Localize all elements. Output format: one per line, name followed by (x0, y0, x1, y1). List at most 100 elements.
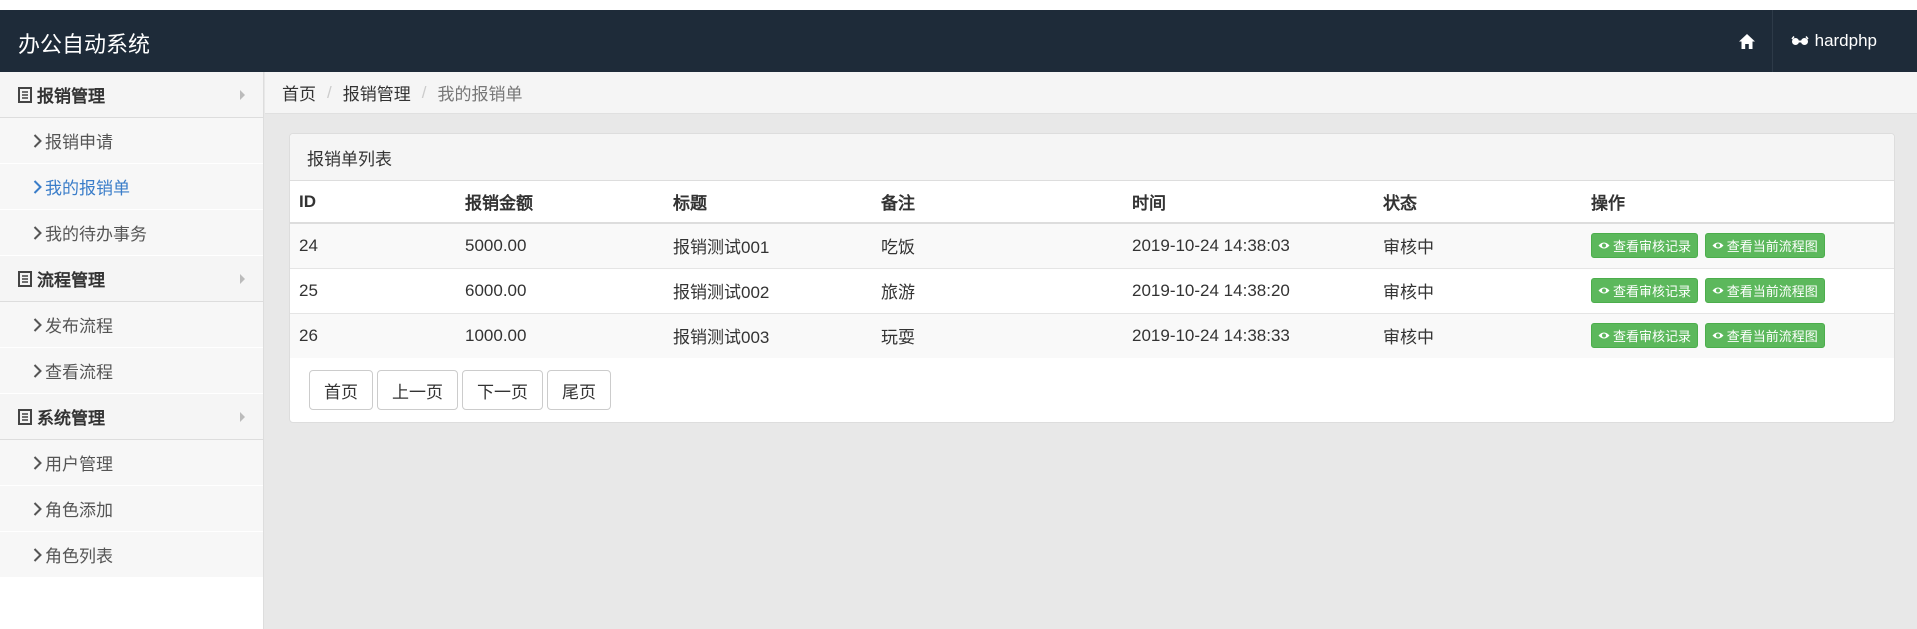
app-title[interactable]: 办公自动系统 (18, 27, 150, 59)
navbar-right: hardphp (1723, 10, 1895, 72)
chevron-right-icon (33, 547, 42, 562)
column-header-amount: 报销金额 (456, 181, 664, 224)
chevron-right-icon (33, 225, 42, 240)
eye-icon (1598, 332, 1610, 339)
sidebar-item-role-list[interactable]: 角色列表 (0, 532, 263, 578)
book-icon (18, 270, 32, 287)
cell-amount: 5000.00 (456, 223, 664, 269)
button-label: 查看当前流程图 (1726, 284, 1818, 299)
sidebar-item-expense-apply[interactable]: 报销申请 (0, 118, 263, 164)
chevron-right-icon (33, 317, 42, 332)
breadcrumb-home[interactable]: 首页 (282, 80, 316, 105)
sidebar-item-label: 发布流程 (45, 317, 113, 336)
breadcrumb-current: 我的报销单 (437, 85, 523, 104)
cell-amount: 1000.00 (465, 325, 527, 345)
cell-note: 玩耍 (881, 328, 915, 348)
username: hardphp (1814, 31, 1877, 50)
sidebar-item-view-process[interactable]: 查看流程 (0, 348, 263, 394)
cell-time: 2019-10-24 14:38:33 (1132, 325, 1290, 345)
sidebar-group-process[interactable]: 流程管理 (0, 256, 263, 302)
table-header-row: ID 报销金额 标题 备注 时间 状态 操作 (290, 181, 1894, 224)
cell-actions: 查看审核记录 查看当前流程图 (1582, 313, 1894, 358)
sidebar-item-user-management[interactable]: 用户管理 (0, 440, 263, 486)
chevron-right-icon (33, 133, 42, 148)
column-header-actions: 操作 (1582, 181, 1894, 224)
caret-right-icon (240, 274, 245, 284)
caret-right-icon (240, 412, 245, 422)
view-audit-record-button[interactable]: 查看审核记录 (1591, 278, 1699, 303)
cell-id: 25 (290, 268, 456, 314)
column-header-id: ID (290, 181, 456, 224)
cell-amount: 6000.00 (456, 268, 664, 314)
home-button[interactable] (1723, 10, 1773, 72)
button-label: 查看当前流程图 (1726, 329, 1818, 345)
button-label: 查看当前流程图 (1726, 239, 1818, 255)
view-current-flow-button[interactable]: 查看当前流程图 (1704, 233, 1825, 259)
home-icon (1739, 33, 1756, 49)
next-page-button[interactable]: 下一页 (462, 370, 543, 410)
cell-actions: 查看审核记录 查看当前流程图 (1582, 268, 1894, 314)
column-header-time: 时间 (1123, 181, 1374, 224)
cell-time: 2019-10-24 14:38:20 (1123, 268, 1374, 314)
pagination: 首页 上一页 下一页 尾页 (290, 358, 1894, 410)
breadcrumb-expense-management[interactable]: 报销管理 (343, 80, 411, 105)
view-audit-record-button[interactable]: 查看审核记录 (1591, 323, 1699, 349)
top-navbar: 办公自动系统 hardphp (0, 10, 1917, 72)
cell-status: 审核中 (1383, 328, 1434, 348)
button-label: 查看审核记录 (1613, 329, 1692, 345)
cell-title: 报销测试003 (673, 328, 770, 348)
panel-title: 报销单列表 (290, 134, 1894, 181)
eye-icon (1598, 287, 1610, 294)
cell-id: 24 (290, 223, 456, 269)
cell-title: 报销测试001 (664, 223, 872, 269)
sidebar-item-label: 我的待办事务 (45, 225, 147, 244)
column-header-title: 标题 (664, 181, 872, 224)
eye-icon (1712, 242, 1724, 249)
chevron-right-icon (33, 455, 42, 470)
first-page-button[interactable]: 首页 (309, 370, 373, 410)
view-current-flow-button[interactable]: 查看当前流程图 (1704, 323, 1825, 349)
button-label: 查看审核记录 (1613, 284, 1692, 299)
prev-page-button[interactable]: 上一页 (377, 370, 458, 410)
view-current-flow-button[interactable]: 查看当前流程图 (1704, 278, 1825, 303)
view-audit-record-button[interactable]: 查看审核记录 (1591, 233, 1699, 259)
chevron-right-icon (33, 501, 42, 516)
sidebar-group-expense[interactable]: 报销管理 (0, 72, 263, 118)
sidebar-group-label: 系统管理 (37, 409, 105, 428)
cell-id: 26 (299, 325, 318, 345)
last-page-button[interactable]: 尾页 (547, 370, 611, 410)
cell-actions: 查看审核记录 查看当前流程图 (1582, 223, 1894, 269)
chevron-right-icon (33, 363, 42, 378)
cell-time: 2019-10-24 14:38:03 (1123, 223, 1374, 269)
cell-status: 审核中 (1374, 223, 1582, 269)
sidebar-item-label: 用户管理 (45, 455, 113, 474)
column-header-status: 状态 (1374, 181, 1582, 224)
sidebar-item-my-expenses[interactable]: 我的报销单 (0, 164, 263, 210)
sidebar-item-publish-process[interactable]: 发布流程 (0, 302, 263, 348)
eye-icon (1598, 242, 1610, 249)
user-menu-button[interactable]: hardphp (1773, 10, 1895, 72)
breadcrumb: 首页 / 报销管理 / 我的报销单 (265, 72, 1917, 114)
expense-list-panel: 报销单列表 ID 报销金额 标题 备注 时间 状态 操作 24 5000.00 … (289, 133, 1895, 423)
eye-icon (1712, 332, 1724, 339)
table-row: 25 6000.00 报销测试002 旅游 2019-10-24 14:38:2… (290, 268, 1894, 314)
cell-note: 吃饭 (872, 223, 1123, 269)
caret-right-icon (240, 90, 245, 100)
sidebar-group-label: 流程管理 (37, 271, 105, 290)
sidebar-item-my-todos[interactable]: 我的待办事务 (0, 210, 263, 256)
cell-note: 旅游 (872, 268, 1123, 314)
top-strip (0, 0, 1917, 10)
sidebar-item-label: 报销申请 (45, 133, 113, 152)
column-header-note: 备注 (872, 181, 1123, 224)
book-icon (18, 408, 32, 425)
sidebar-item-label: 角色列表 (45, 547, 113, 566)
glasses-icon (1791, 36, 1809, 45)
table-row: 24 5000.00 报销测试001 吃饭 2019-10-24 14:38:0… (290, 223, 1894, 269)
sidebar: 报销管理 报销申请 我的报销单 我的待办事务 流程管理 发布流程 查看流程 系统… (0, 72, 264, 629)
sidebar-item-label: 查看流程 (45, 363, 113, 382)
sidebar-item-role-add[interactable]: 角色添加 (0, 486, 263, 532)
sidebar-item-label: 我的报销单 (45, 179, 130, 198)
expense-table: ID 报销金额 标题 备注 时间 状态 操作 24 5000.00 报销测试00… (290, 181, 1894, 358)
button-label: 查看审核记录 (1613, 239, 1692, 255)
sidebar-group-system[interactable]: 系统管理 (0, 394, 263, 440)
